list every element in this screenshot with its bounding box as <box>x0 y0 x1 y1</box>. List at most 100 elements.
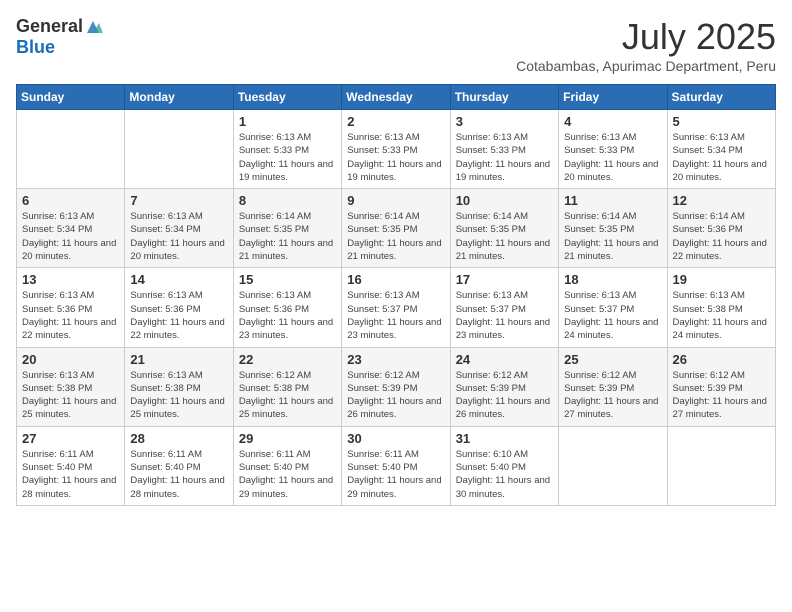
day-number: 10 <box>456 193 553 208</box>
logo-general-text: General <box>16 16 83 37</box>
day-info: Sunrise: 6:12 AM Sunset: 5:39 PM Dayligh… <box>673 369 770 422</box>
weekday-header-monday: Monday <box>125 85 233 110</box>
day-number: 29 <box>239 431 336 446</box>
day-number: 6 <box>22 193 119 208</box>
day-number: 31 <box>456 431 553 446</box>
day-number: 19 <box>673 272 770 287</box>
day-cell: 24 Sunrise: 6:12 AM Sunset: 5:39 PM Dayli… <box>450 347 558 426</box>
day-info: Sunrise: 6:14 AM Sunset: 5:35 PM Dayligh… <box>564 210 661 263</box>
day-info: Sunrise: 6:13 AM Sunset: 5:33 PM Dayligh… <box>564 131 661 184</box>
day-number: 25 <box>564 352 661 367</box>
day-number: 7 <box>130 193 227 208</box>
weekday-header-tuesday: Tuesday <box>233 85 341 110</box>
location-title: Cotabambas, Apurimac Department, Peru <box>516 58 776 74</box>
logo-blue-text: Blue <box>16 37 55 58</box>
day-cell: 1Sunrise: 6:13 AM Sunset: 5:33 PM Daylig… <box>233 110 341 189</box>
day-cell: 26 Sunrise: 6:12 AM Sunset: 5:39 PM Dayli… <box>667 347 775 426</box>
day-cell: 10 Sunrise: 6:14 AM Sunset: 5:35 PM Dayli… <box>450 189 558 268</box>
day-info: Sunrise: 6:12 AM Sunset: 5:39 PM Dayligh… <box>456 369 553 422</box>
day-info: Sunrise: 6:13 AM Sunset: 5:34 PM Dayligh… <box>130 210 227 263</box>
day-cell: 13 Sunrise: 6:13 AM Sunset: 5:36 PM Dayli… <box>17 268 125 347</box>
weekday-header-wednesday: Wednesday <box>342 85 450 110</box>
day-cell: 29 Sunrise: 6:11 AM Sunset: 5:40 PM Dayli… <box>233 426 341 505</box>
day-info: Sunrise: 6:11 AM Sunset: 5:40 PM Dayligh… <box>130 448 227 501</box>
day-info: Sunrise: 6:11 AM Sunset: 5:40 PM Dayligh… <box>22 448 119 501</box>
week-row-3: 13 Sunrise: 6:13 AM Sunset: 5:36 PM Dayli… <box>17 268 776 347</box>
week-row-5: 27 Sunrise: 6:11 AM Sunset: 5:40 PM Dayli… <box>17 426 776 505</box>
day-number: 1 <box>239 114 336 129</box>
day-number: 15 <box>239 272 336 287</box>
day-number: 20 <box>22 352 119 367</box>
calendar: SundayMondayTuesdayWednesdayThursdayFrid… <box>16 84 776 506</box>
day-info: Sunrise: 6:14 AM Sunset: 5:35 PM Dayligh… <box>347 210 444 263</box>
day-info: Sunrise: 6:13 AM Sunset: 5:34 PM Dayligh… <box>673 131 770 184</box>
day-cell: 22 Sunrise: 6:12 AM Sunset: 5:38 PM Dayli… <box>233 347 341 426</box>
day-number: 8 <box>239 193 336 208</box>
day-cell: 15Sunrise: 6:13 AM Sunset: 5:36 PM Dayli… <box>233 268 341 347</box>
day-number: 30 <box>347 431 444 446</box>
week-row-2: 6 Sunrise: 6:13 AM Sunset: 5:34 PM Daylig… <box>17 189 776 268</box>
day-number: 26 <box>673 352 770 367</box>
day-cell: 31Sunrise: 6:10 AM Sunset: 5:40 PM Dayli… <box>450 426 558 505</box>
day-info: Sunrise: 6:12 AM Sunset: 5:38 PM Dayligh… <box>239 369 336 422</box>
day-info: Sunrise: 6:13 AM Sunset: 5:33 PM Dayligh… <box>456 131 553 184</box>
day-number: 13 <box>22 272 119 287</box>
week-row-4: 20 Sunrise: 6:13 AM Sunset: 5:38 PM Dayli… <box>17 347 776 426</box>
day-info: Sunrise: 6:14 AM Sunset: 5:35 PM Dayligh… <box>239 210 336 263</box>
day-number: 5 <box>673 114 770 129</box>
day-cell: 17 Sunrise: 6:13 AM Sunset: 5:37 PM Dayli… <box>450 268 558 347</box>
day-cell: 11 Sunrise: 6:14 AM Sunset: 5:35 PM Dayli… <box>559 189 667 268</box>
weekday-header-saturday: Saturday <box>667 85 775 110</box>
day-cell <box>559 426 667 505</box>
day-cell: 16 Sunrise: 6:13 AM Sunset: 5:37 PM Dayli… <box>342 268 450 347</box>
weekday-header-row: SundayMondayTuesdayWednesdayThursdayFrid… <box>17 85 776 110</box>
day-info: Sunrise: 6:13 AM Sunset: 5:37 PM Dayligh… <box>347 289 444 342</box>
day-cell: 4Sunrise: 6:13 AM Sunset: 5:33 PM Daylig… <box>559 110 667 189</box>
weekday-header-thursday: Thursday <box>450 85 558 110</box>
day-number: 9 <box>347 193 444 208</box>
day-cell: 8 Sunrise: 6:14 AM Sunset: 5:35 PM Daylig… <box>233 189 341 268</box>
day-cell <box>17 110 125 189</box>
day-number: 14 <box>130 272 227 287</box>
day-info: Sunrise: 6:14 AM Sunset: 5:36 PM Dayligh… <box>673 210 770 263</box>
day-info: Sunrise: 6:11 AM Sunset: 5:40 PM Dayligh… <box>347 448 444 501</box>
day-number: 28 <box>130 431 227 446</box>
day-cell <box>667 426 775 505</box>
day-number: 21 <box>130 352 227 367</box>
day-number: 22 <box>239 352 336 367</box>
day-cell: 19 Sunrise: 6:13 AM Sunset: 5:38 PM Dayli… <box>667 268 775 347</box>
day-cell: 20Sunrise: 6:13 AM Sunset: 5:38 PM Dayli… <box>17 347 125 426</box>
day-info: Sunrise: 6:14 AM Sunset: 5:35 PM Dayligh… <box>456 210 553 263</box>
day-cell: 12 Sunrise: 6:14 AM Sunset: 5:36 PM Dayli… <box>667 189 775 268</box>
day-info: Sunrise: 6:12 AM Sunset: 5:39 PM Dayligh… <box>347 369 444 422</box>
day-cell: 3Sunrise: 6:13 AM Sunset: 5:33 PM Daylig… <box>450 110 558 189</box>
day-cell <box>125 110 233 189</box>
day-number: 23 <box>347 352 444 367</box>
logo: General Blue <box>16 16 103 58</box>
month-title: July 2025 <box>516 16 776 58</box>
day-cell: 2 Sunrise: 6:13 AM Sunset: 5:33 PM Daylig… <box>342 110 450 189</box>
day-cell: 23 Sunrise: 6:12 AM Sunset: 5:39 PM Dayli… <box>342 347 450 426</box>
day-number: 11 <box>564 193 661 208</box>
day-cell: 7 Sunrise: 6:13 AM Sunset: 5:34 PM Daylig… <box>125 189 233 268</box>
day-number: 17 <box>456 272 553 287</box>
day-info: Sunrise: 6:13 AM Sunset: 5:38 PM Dayligh… <box>130 369 227 422</box>
day-info: Sunrise: 6:12 AM Sunset: 5:39 PM Dayligh… <box>564 369 661 422</box>
day-cell: 28 Sunrise: 6:11 AM Sunset: 5:40 PM Dayli… <box>125 426 233 505</box>
day-number: 2 <box>347 114 444 129</box>
day-info: Sunrise: 6:13 AM Sunset: 5:34 PM Dayligh… <box>22 210 119 263</box>
day-info: Sunrise: 6:13 AM Sunset: 5:36 PM Dayligh… <box>130 289 227 342</box>
day-cell: 30 Sunrise: 6:11 AM Sunset: 5:40 PM Dayli… <box>342 426 450 505</box>
day-info: Sunrise: 6:13 AM Sunset: 5:36 PM Dayligh… <box>22 289 119 342</box>
day-number: 16 <box>347 272 444 287</box>
day-info: Sunrise: 6:11 AM Sunset: 5:40 PM Dayligh… <box>239 448 336 501</box>
day-number: 12 <box>673 193 770 208</box>
day-info: Sunrise: 6:13 AM Sunset: 5:37 PM Dayligh… <box>456 289 553 342</box>
day-number: 24 <box>456 352 553 367</box>
logo-icon <box>83 19 103 35</box>
day-info: Sunrise: 6:13 AM Sunset: 5:33 PM Dayligh… <box>347 131 444 184</box>
day-number: 27 <box>22 431 119 446</box>
day-cell: 25 Sunrise: 6:12 AM Sunset: 5:39 PM Dayli… <box>559 347 667 426</box>
day-cell: 9 Sunrise: 6:14 AM Sunset: 5:35 PM Daylig… <box>342 189 450 268</box>
day-info: Sunrise: 6:13 AM Sunset: 5:38 PM Dayligh… <box>673 289 770 342</box>
